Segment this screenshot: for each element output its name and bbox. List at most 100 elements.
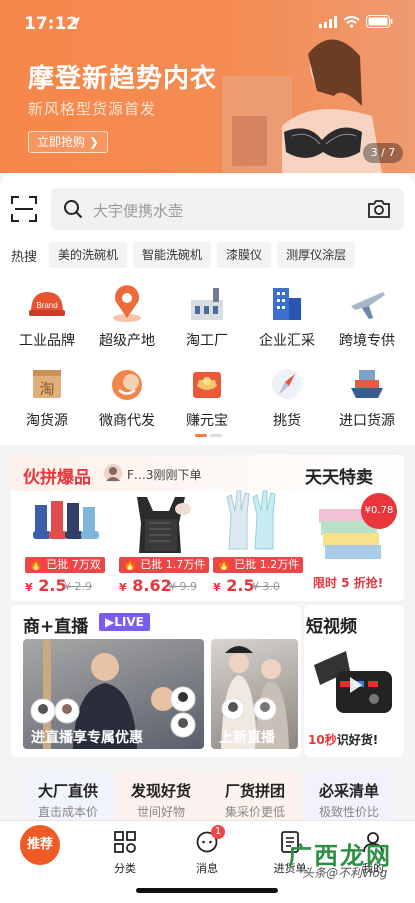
category-label: 淘工厂 <box>186 333 228 349</box>
product-price: ¥ 2.5 <box>213 576 255 595</box>
category-import-source[interactable]: 进口货源 <box>327 364 407 434</box>
camera-icon[interactable] <box>368 199 390 218</box>
battery-icon <box>366 15 393 28</box>
category-super-origin[interactable]: 超级产地 <box>87 284 167 354</box>
status-icons <box>319 15 393 28</box>
product-old-price: ¥ 3.0 <box>252 580 280 593</box>
category-page-indicator <box>195 434 222 437</box>
tile-subtitle: 极致性价比 <box>318 805 379 819</box>
home-indicator <box>136 888 278 893</box>
category-label: 企业汇采 <box>259 333 315 349</box>
tile-subtitle: 直击成本价 <box>37 805 98 819</box>
smile-bag-icon <box>112 370 142 400</box>
tile-subtitle: 世间好物 <box>136 805 185 819</box>
scan-icon[interactable] <box>11 196 37 222</box>
sold-badge: 🔥 已批 1.2万件 <box>213 557 304 573</box>
product-image-socks[interactable] <box>29 485 103 555</box>
category-pick-goods[interactable]: 挑货 <box>247 364 327 434</box>
banner-buy-button[interactable]: 立即抢购 ❯ <box>28 131 108 153</box>
short-video-card[interactable]: 短视频 10秒识好货! <box>304 605 404 757</box>
product-price-value: 2.5 <box>38 576 67 595</box>
product-price: ¥ 2.5 <box>25 576 67 595</box>
category-earn-ingot[interactable]: 赚元宝 <box>167 364 247 434</box>
airplane-icon <box>351 292 385 319</box>
order-ticker: F…3刚刚下单 <box>127 468 202 482</box>
category-label: 淘货源 <box>26 413 68 429</box>
page-dot <box>210 434 222 437</box>
short-video-title: 短视频 <box>306 617 357 637</box>
factory-icon <box>191 288 223 320</box>
category-label: 赚元宝 <box>186 413 228 429</box>
tab-messages[interactable]: 1 消息 <box>177 825 237 875</box>
category-wechat-dropship[interactable]: 微商代发 <box>87 364 167 434</box>
watermark-handle: 头条@不利vlog <box>302 866 388 880</box>
banner-title: 摩登新趋势内衣 <box>28 64 218 94</box>
category-label: 工业品牌 <box>19 333 75 349</box>
live-badge-text: LIVE <box>114 615 144 629</box>
sold-badge-text: 已批 1.2万件 <box>234 558 300 571</box>
live-side-video[interactable]: 上新直播 <box>211 639 298 749</box>
category-cross-border[interactable]: 跨境专供 <box>327 284 407 354</box>
hot-tag[interactable]: 测厚仪涂层 <box>277 242 356 268</box>
tile-title: 必采清单 <box>318 782 379 800</box>
tile-title: 厂货拼团 <box>224 782 285 800</box>
svg-text:淘: 淘 <box>39 380 54 398</box>
wifi-icon <box>343 15 360 28</box>
gold-ingot-icon <box>193 372 221 398</box>
tile-subtitle: 集采价更低 <box>224 805 285 819</box>
daily-sale-title: 天天特卖 <box>305 468 373 488</box>
product-price-value: 2.5 <box>226 576 255 595</box>
sold-badge: 🔥 已批 7万双 <box>25 557 105 573</box>
category-tao-source[interactable]: 淘 淘货源 <box>7 364 87 434</box>
avatar <box>104 464 122 482</box>
caption-text: 识好货! <box>336 733 379 747</box>
sold-badge: 🔥 已批 1.7万件 <box>119 557 210 573</box>
category-grid-icon <box>114 831 136 853</box>
live-main-caption: 进直播享专属优惠 <box>31 730 143 746</box>
tab-recommend[interactable]: 推荐 <box>20 825 60 865</box>
live-side-caption: 上新直播 <box>219 730 275 746</box>
short-video-caption: 10秒识好货! <box>308 731 378 748</box>
product-image-apron[interactable] <box>123 489 193 555</box>
product-price-value: 8.62 <box>132 576 172 595</box>
product-old-price: ¥ 9.9 <box>169 580 197 593</box>
category-label: 跨境专供 <box>339 333 395 349</box>
sold-badge-text: 已批 1.7万件 <box>140 558 206 571</box>
hot-tag[interactable]: 美的洗碗机 <box>49 242 128 268</box>
daily-price-tag: ¥0.78 <box>361 493 397 529</box>
category-tao-factory[interactable]: 淘工厂 <box>167 284 247 354</box>
banner-subtitle: 新风格型货源首发 <box>28 100 157 118</box>
ship-icon <box>351 370 383 398</box>
live-badge: ▶LIVE <box>99 613 150 631</box>
sold-badge-text: 已批 7万双 <box>46 558 101 571</box>
tile-title: 大厂直供 <box>37 782 98 800</box>
search-input[interactable]: 大宇便携水壶 <box>51 188 404 230</box>
daily-sale-caption: 限时 5 折抢! <box>313 576 384 590</box>
location-arrow-icon <box>70 17 80 27</box>
compass-icon <box>272 369 302 399</box>
svg-text:Brand: Brand <box>36 301 57 310</box>
tab-label: 分类 <box>114 862 136 875</box>
signal-icon <box>319 15 337 28</box>
promo-banner[interactable]: 17:12 摩登新趋势内衣 新风格型货源首发 立即抢购 ❯ 3 / 7 <box>0 0 415 173</box>
category-industrial-brand[interactable]: Brand 工业品牌 <box>7 284 87 354</box>
building-icon <box>273 288 301 320</box>
hot-search-row: 热搜 美的洗碗机 智能洗碗机 漆膜仪 测厚仪涂层 <box>11 242 356 268</box>
category-label: 挑货 <box>273 413 301 429</box>
tab-label: 消息 <box>196 862 218 875</box>
category-enterprise-purchase[interactable]: 企业汇采 <box>247 284 327 354</box>
product-old-price: ¥ 2.9 <box>64 580 92 593</box>
banner-pager: 3 / 7 <box>363 143 403 163</box>
caption-highlight: 10秒 <box>308 733 337 747</box>
hot-tag[interactable]: 漆膜仪 <box>217 242 272 268</box>
short-video-thumbnail <box>314 651 392 713</box>
product-price: ¥ 8.62 <box>119 576 172 595</box>
live-title: 商+直播 <box>23 617 89 637</box>
live-main-video[interactable]: 进直播享专属优惠 <box>23 639 204 749</box>
tile-title: 发现好货 <box>130 782 191 800</box>
search-placeholder: 大宇便携水壶 <box>93 202 184 220</box>
hot-tag[interactable]: 智能洗碗机 <box>133 242 212 268</box>
tab-category[interactable]: 分类 <box>95 827 155 875</box>
category-label: 超级产地 <box>99 333 155 349</box>
product-image-gloves[interactable] <box>217 485 287 555</box>
